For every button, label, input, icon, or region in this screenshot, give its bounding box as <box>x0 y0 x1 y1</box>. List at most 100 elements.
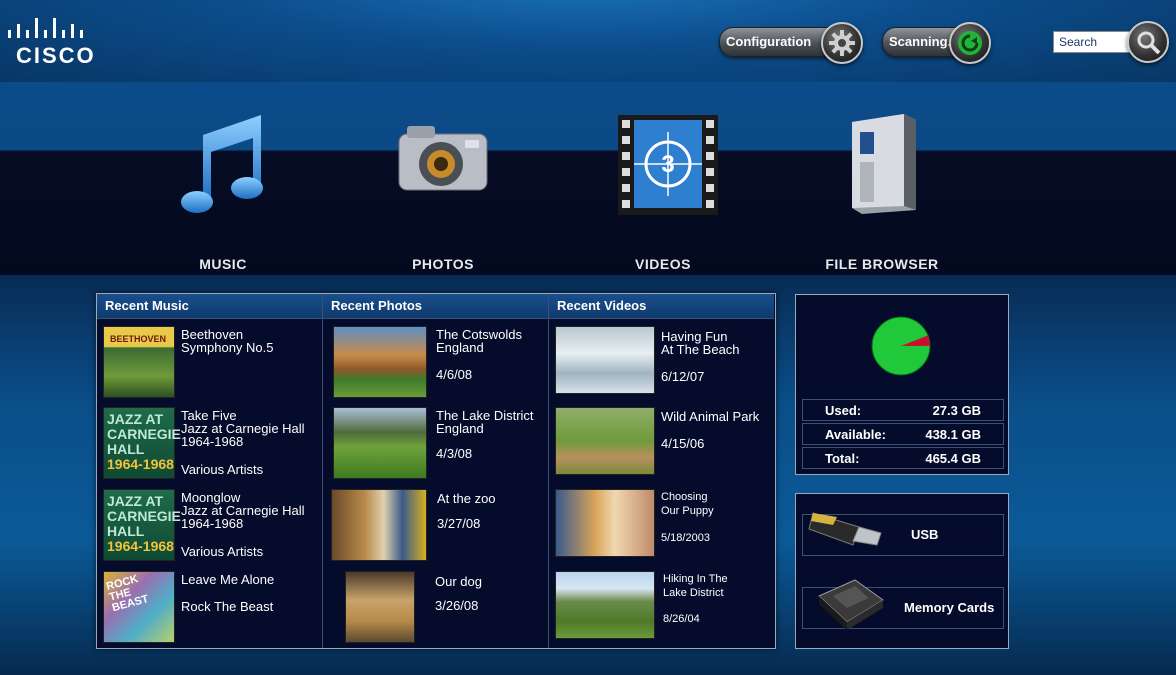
memory-cards-label: Memory Cards <box>904 600 995 615</box>
category-videos[interactable]: 3 VIDEOS <box>583 82 743 275</box>
recent-music-column: Recent Music BEETHOVEN Beethoven Symphon… <box>97 294 322 648</box>
storage-used-row: Used: 27.3 GB <box>802 399 1004 421</box>
video-date: 4/15/06 <box>661 436 705 451</box>
photo-thumbnail <box>331 489 427 561</box>
video-thumbnail <box>555 571 655 639</box>
album-cover-text: JAZZ AT <box>107 493 163 509</box>
recent-media-panel: Recent Music BEETHOVEN Beethoven Symphon… <box>96 293 776 649</box>
top-bar: CISCO Configuration Scanning... Search <box>0 0 1176 82</box>
search-input[interactable]: Search <box>1053 31 1135 53</box>
photo-title: Our dog <box>435 574 482 589</box>
photo-thumbnail <box>333 326 427 398</box>
storage-available-label: Available: <box>825 427 886 442</box>
album-cover: JAZZ AT CARNEGIE HALL 1964-1968 <box>103 489 181 561</box>
music-item-leave-me-alone[interactable]: ROCK THE BEAST Leave Me Alone Rock The B… <box>103 571 318 643</box>
photo-thumbnail <box>333 407 427 479</box>
video-title: Hiking In The <box>663 573 728 585</box>
video-item-wild-animal-park[interactable]: Wild Animal Park 4/15/06 <box>555 407 770 479</box>
category-music-label: MUSIC <box>199 256 247 272</box>
music-subtitle: Symphony No.5 <box>181 340 274 355</box>
storage-total-value: 465.4 GB <box>925 451 981 466</box>
photo-subtitle: England <box>436 421 484 436</box>
search-icon[interactable] <box>1127 21 1169 63</box>
photo-item-zoo[interactable]: At the zoo 3/27/08 <box>331 489 545 561</box>
photo-item-lake-district[interactable]: The Lake District England 4/3/08 <box>331 407 545 479</box>
category-file-browser-label: FILE BROWSER <box>825 256 939 272</box>
category-music[interactable]: MUSIC <box>143 82 303 275</box>
category-photos[interactable]: PHOTOS <box>363 82 523 275</box>
video-thumbnail <box>555 489 655 557</box>
video-thumbnail <box>555 326 655 394</box>
photo-thumbnail <box>345 571 415 643</box>
storage-available-row: Available: 438.1 GB <box>802 423 1004 445</box>
storage-available-value: 438.1 GB <box>925 427 981 442</box>
video-item-puppy[interactable]: Choosing Our Puppy 5/18/2003 <box>555 489 770 561</box>
cisco-bars-icon <box>8 18 83 38</box>
music-note-icon <box>181 115 263 213</box>
usb-device-button[interactable]: USB <box>802 512 1004 556</box>
music-artist: Rock The Beast <box>181 599 274 614</box>
music-item-beethoven[interactable]: BEETHOVEN Beethoven Symphony No.5 <box>103 326 318 398</box>
album-cover: BEETHOVEN <box>103 326 175 398</box>
photo-title: At the zoo <box>437 491 496 506</box>
refresh-icon[interactable] <box>949 22 991 64</box>
video-date: 5/18/2003 <box>661 532 710 544</box>
svg-text:3: 3 <box>661 151 674 178</box>
recent-videos-column: Recent Videos Having Fun At The Beach 6/… <box>548 294 774 648</box>
devices-panel: USB Memory Cards <box>795 493 1009 649</box>
usb-drive-icon <box>808 512 882 546</box>
photo-date: 4/3/08 <box>436 446 473 461</box>
music-item-moonglow[interactable]: JAZZ AT CARNEGIE HALL 1964-1968 Moonglow… <box>103 489 318 561</box>
photo-date: 3/27/08 <box>437 516 481 531</box>
photo-item-cotswolds[interactable]: The Cotswolds England 4/6/08 <box>331 326 545 398</box>
film-countdown-icon: 3 <box>618 115 718 215</box>
storage-total-label: Total: <box>825 451 860 466</box>
camera-icon <box>398 126 488 191</box>
video-date: 6/12/07 <box>661 369 705 384</box>
media-category-band: MUSIC PHOTOS 3 VIDEOS FILE BROWSER <box>0 82 1176 275</box>
photo-subtitle: England <box>436 340 484 355</box>
memory-card-reader-icon <box>818 579 884 630</box>
category-file-browser[interactable]: FILE BROWSER <box>802 82 962 275</box>
server-tower-icon <box>852 114 916 214</box>
photo-date: 4/6/08 <box>436 367 473 382</box>
music-years: 1964-1968 <box>181 434 244 449</box>
recent-videos-header: Recent Videos <box>549 294 774 319</box>
album-cover-text: HALL <box>107 523 145 539</box>
recent-photos-header: Recent Photos <box>323 294 549 319</box>
video-thumbnail <box>555 407 655 475</box>
video-item-beach[interactable]: Having Fun At The Beach 6/12/07 <box>555 326 770 398</box>
video-subtitle: Lake District <box>663 587 724 599</box>
photo-item-dog[interactable]: Our dog 3/26/08 <box>331 571 545 643</box>
category-videos-label: VIDEOS <box>635 256 691 272</box>
video-title: Choosing <box>661 491 708 503</box>
photo-date: 3/26/08 <box>435 598 479 613</box>
recent-music-header: Recent Music <box>97 294 322 319</box>
memory-cards-button[interactable]: Memory Cards <box>802 579 1004 630</box>
video-subtitle: At The Beach <box>661 342 740 357</box>
album-cover-text: 1964-1968 <box>107 456 174 472</box>
music-title: Leave Me Alone <box>181 572 275 587</box>
album-cover-text: 1964-1968 <box>107 538 174 554</box>
usb-label: USB <box>911 527 939 542</box>
storage-total-row: Total: 465.4 GB <box>802 447 1004 469</box>
album-cover-text: BEETHOVEN <box>110 334 167 344</box>
cisco-wordmark: CISCO <box>16 43 96 68</box>
album-cover-text: JAZZ AT <box>107 411 163 427</box>
category-photos-label: PHOTOS <box>412 256 474 272</box>
storage-used-value: 27.3 GB <box>932 403 981 418</box>
album-cover-text: CARNEGIE <box>107 508 181 524</box>
album-cover-text: HALL <box>107 441 145 457</box>
storage-panel: Used: 27.3 GB Available: 438.1 GB Total:… <box>795 294 1009 475</box>
music-item-take-five[interactable]: JAZZ AT CARNEGIE HALL 1964-1968 Take Fiv… <box>103 407 318 479</box>
storage-pie-chart <box>871 316 931 376</box>
storage-used-label: Used: <box>825 403 862 418</box>
recent-photos-column: Recent Photos The Cotswolds England 4/6/… <box>322 294 549 648</box>
search-placeholder: Search <box>1059 35 1098 49</box>
gear-icon[interactable] <box>821 22 863 64</box>
album-cover: ROCK THE BEAST <box>103 571 175 643</box>
video-date: 8/26/04 <box>663 613 700 625</box>
music-artist: Various Artists <box>181 544 264 559</box>
album-cover-text: CARNEGIE <box>107 426 181 442</box>
video-item-hiking[interactable]: Hiking In The Lake District 8/26/04 <box>555 571 770 643</box>
